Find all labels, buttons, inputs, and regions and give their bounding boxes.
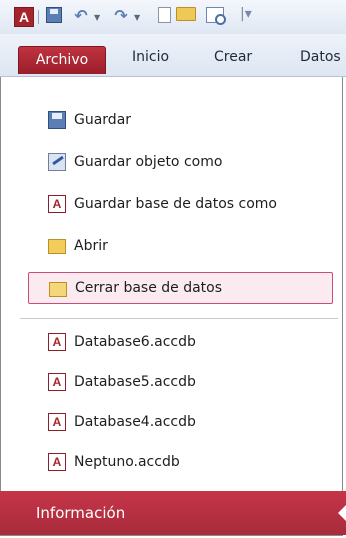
recent-file-label: Neptuno.accdb: [74, 454, 180, 470]
menu-item-cerrar-base-de-datos[interactable]: Cerrar base de datos: [28, 272, 333, 304]
recent-file-database6[interactable]: A Database6.accdb: [28, 326, 333, 358]
close-database-icon: [49, 282, 67, 297]
save-icon[interactable]: [46, 7, 62, 23]
menu-item-label: Cerrar base de datos: [75, 280, 223, 296]
menu-item-guardar[interactable]: Guardar: [28, 104, 333, 136]
info-label: Información: [36, 504, 126, 522]
save-object-as-icon: [48, 153, 66, 171]
quick-access-toolbar: A ↶ ▼ ↷ ▼ |▾: [0, 0, 346, 34]
open-folder-icon[interactable]: [176, 7, 196, 21]
ribbon-tabs: Archivo Inicio Crear Datos: [0, 34, 346, 77]
open-folder-icon: [48, 239, 66, 254]
redo-dropdown-icon[interactable]: ▼: [134, 13, 140, 22]
access-db-icon: A: [48, 333, 66, 351]
redo-icon[interactable]: ↷: [112, 7, 130, 25]
toolbar-separator: [38, 10, 39, 24]
tab-crear[interactable]: Crear: [214, 49, 252, 65]
backstage-menu: Guardar Guardar objeto como A Guardar ba…: [20, 76, 340, 496]
menu-item-label: Guardar base de datos como: [74, 196, 277, 212]
save-icon: [48, 111, 66, 129]
menu-item-abrir[interactable]: Abrir: [28, 230, 333, 262]
save-database-as-icon: A: [48, 195, 66, 213]
menu-item-label: Guardar objeto como: [74, 154, 223, 170]
menu-item-label: Abrir: [74, 238, 108, 254]
selected-arrow-icon: [338, 505, 346, 521]
access-app-icon[interactable]: A: [14, 7, 34, 27]
info-section-tab[interactable]: Información: [0, 491, 346, 535]
tab-archivo[interactable]: Archivo: [18, 46, 106, 74]
recent-file-label: Database4.accdb: [74, 414, 196, 430]
print-preview-icon[interactable]: [206, 7, 226, 25]
menu-item-guardar-objeto-como[interactable]: Guardar objeto como: [28, 146, 333, 178]
menu-divider: [20, 318, 338, 319]
undo-icon[interactable]: ↶: [72, 7, 90, 25]
recent-file-label: Database5.accdb: [74, 374, 196, 390]
tab-datos[interactable]: Datos: [300, 49, 341, 65]
recent-file-neptuno[interactable]: A Neptuno.accdb: [28, 446, 333, 478]
access-db-icon: A: [48, 413, 66, 431]
access-db-icon: A: [48, 453, 66, 471]
menu-item-guardar-base-de-datos-como[interactable]: A Guardar base de datos como: [28, 188, 333, 220]
access-db-icon: A: [48, 373, 66, 391]
customize-toolbar-icon[interactable]: |▾: [240, 6, 252, 22]
menu-item-label: Guardar: [74, 112, 132, 128]
recent-file-label: Database6.accdb: [74, 334, 196, 350]
recent-file-database5[interactable]: A Database5.accdb: [28, 366, 333, 398]
tab-inicio[interactable]: Inicio: [132, 49, 169, 65]
undo-dropdown-icon[interactable]: ▼: [94, 13, 100, 22]
new-document-icon[interactable]: [158, 7, 171, 23]
recent-file-database4[interactable]: A Database4.accdb: [28, 406, 333, 438]
